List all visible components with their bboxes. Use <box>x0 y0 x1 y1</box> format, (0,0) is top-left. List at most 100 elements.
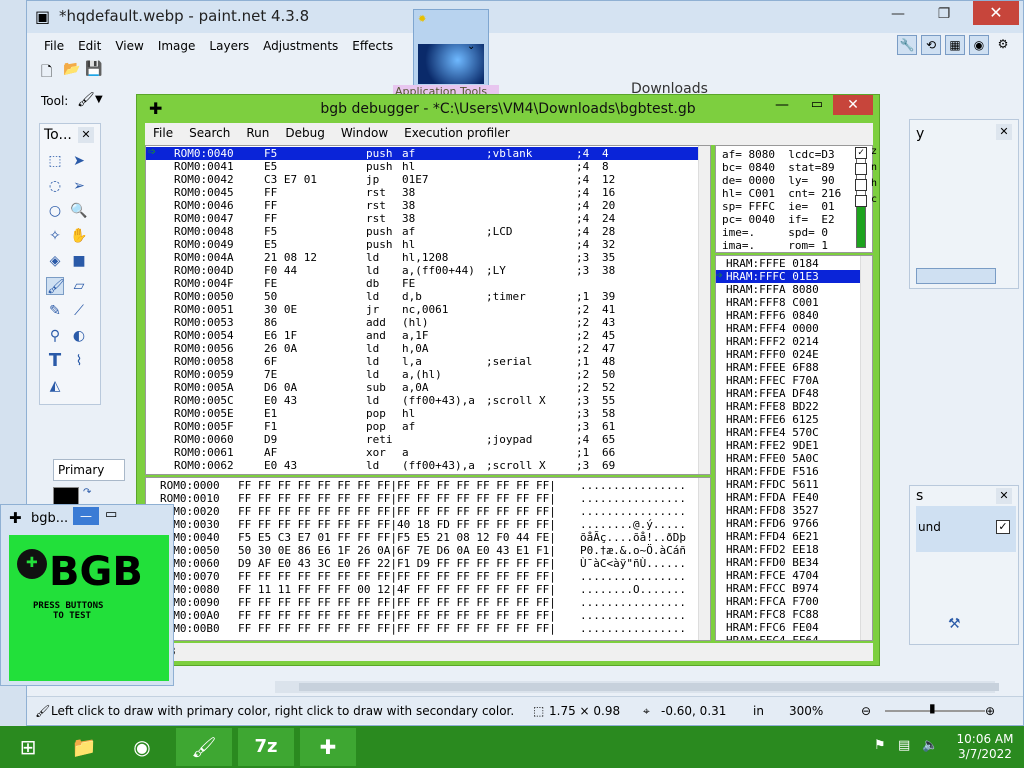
disassembly-row[interactable]: ROM0:0040 F5 push af ;vblank ;4 4 <box>146 147 706 160</box>
swap-colors-icon[interactable]: ↷ <box>83 487 91 498</box>
lasso-select-icon[interactable]: ◌ <box>46 177 64 195</box>
close-icon[interactable]: ✕ <box>996 488 1012 504</box>
registers-pane[interactable]: af= 8080 lcdc=D3 bc= 0840 stat=89 de= 00… <box>715 145 873 253</box>
zoom-slider-thumb[interactable]: ▮ <box>929 701 936 715</box>
memory-row[interactable]: ROM0:0040 F5 E5 C3 E7 01 FF FF FF|F5 E5 2… <box>146 531 696 544</box>
stack-row[interactable]: HRAM:FFEE 6F88 <box>716 361 862 374</box>
memory-row[interactable]: ROM0:0000 FF FF FF FF FF FF FF FF|FF FF F… <box>146 479 696 492</box>
history-icon[interactable]: ⟲ <box>921 35 941 55</box>
disassembly-row[interactable]: ROM0:0050 50 ld d,b ;timer ;1 39 <box>146 290 706 303</box>
memory-scrollbar[interactable] <box>698 478 710 640</box>
stack-row[interactable]: HRAM:FFFE 0184 <box>716 257 862 270</box>
stack-row[interactable]: HRAM:FFF8 C001 <box>716 296 862 309</box>
menu-file[interactable]: File <box>37 35 71 59</box>
minimize-button[interactable]: — <box>883 3 913 25</box>
clone-stamp-icon[interactable]: ⚲ <box>46 327 64 345</box>
zoom-icon[interactable]: 🔍 <box>70 202 88 220</box>
zoom-in-icon[interactable]: ⊕ <box>985 704 995 718</box>
stack-row[interactable]: HRAM:FFEC F70A <box>716 374 862 387</box>
new-icon[interactable]: 🗋 <box>41 61 52 85</box>
layer-item[interactable]: und ✓ <box>916 506 1016 552</box>
recolor-icon[interactable]: ◐ <box>70 327 88 345</box>
menu-effects[interactable]: Effects <box>345 35 400 59</box>
gear-icon[interactable]: ⚙ <box>993 35 1013 55</box>
stack-scrollbar[interactable] <box>860 256 872 640</box>
stack-row[interactable]: HRAM:FFD0 BE34 <box>716 556 862 569</box>
tools-window-icon[interactable]: 🔧 <box>897 35 917 55</box>
colors-icon[interactable]: ◉ <box>969 35 989 55</box>
disassembly-row[interactable]: ROM0:004F FE db FE <box>146 277 706 290</box>
paintnet-taskbar-icon[interactable]: 🖌 <box>176 728 232 766</box>
paint-bucket-icon[interactable]: ◈ <box>46 252 64 270</box>
memory-row[interactable]: ROM0:00A0 FF FF FF FF FF FF FF FF|FF FF F… <box>146 609 696 622</box>
layer-visible-checkbox[interactable]: ✓ <box>996 520 1010 534</box>
menu-debug[interactable]: Debug <box>277 123 332 145</box>
menu-search[interactable]: Search <box>181 123 238 145</box>
disassembly-row[interactable]: ROM0:0047 FF rst 38 ;4 24 <box>146 212 706 225</box>
selected-list-item[interactable] <box>916 268 996 284</box>
menu-window[interactable]: Window <box>333 123 396 145</box>
zoom-level[interactable]: 300% <box>789 704 823 718</box>
stack-row[interactable]: HRAM:FFCE 4704 <box>716 569 862 582</box>
stack-row[interactable]: HRAM:FFDA FE40 <box>716 491 862 504</box>
layers-icon[interactable]: ▦ <box>945 35 965 55</box>
flag-z-checkbox[interactable]: ✓ <box>855 147 867 159</box>
start-windows-icon[interactable]: ⊞ <box>0 728 56 766</box>
stack-row[interactable]: HRAM:FFCA F700 <box>716 595 862 608</box>
stack-row[interactable]: HRAM:FFFC 01E3 <box>716 270 862 283</box>
stack-row[interactable]: HRAM:FFE4 570C <box>716 426 862 439</box>
text-icon[interactable]: T <box>46 352 64 370</box>
disassembly-row[interactable]: ROM0:0058 6F ld l,a ;serial ;1 48 <box>146 355 706 368</box>
stack-row[interactable]: HRAM:FFE6 6125 <box>716 413 862 426</box>
bgb-taskbar-icon[interactable]: ✚ <box>300 728 356 766</box>
file-explorer-icon[interactable]: 📁 <box>56 728 112 766</box>
stack-row[interactable]: HRAM:FFEA DF48 <box>716 387 862 400</box>
memory-row[interactable]: ROM0:0080 FF 11 11 FF FF FF 00 12|4F FF F… <box>146 583 696 596</box>
pencil-icon[interactable]: ✎ <box>46 302 64 320</box>
maximize-button[interactable]: ❐ <box>929 3 959 25</box>
memory-row[interactable]: ROM0:0010 FF FF FF FF FF FF FF FF|FF FF F… <box>146 492 696 505</box>
help-icon[interactable]: ? <box>1017 35 1024 55</box>
disassembly-row[interactable]: ROM0:0060 D9 reti ;joypad ;4 65 <box>146 433 706 446</box>
disassembly-row[interactable]: ROM0:0042 C3 E7 01 jp 01E7 ;4 12 <box>146 173 706 186</box>
stack-row[interactable]: HRAM:FFC4 FF64 <box>716 634 862 640</box>
memory-row[interactable]: ROM0:0050 50 30 0E 86 E6 1F 26 0A|6F 7E D… <box>146 544 696 557</box>
disassembly-row[interactable]: ROM0:005A D6 0A sub a,0A ;2 52 <box>146 381 706 394</box>
stack-row[interactable]: HRAM:FFD6 9766 <box>716 517 862 530</box>
disassembly-row[interactable]: ROM0:0051 30 0E jr nc,0061 ;2 41 <box>146 303 706 316</box>
memory-row[interactable]: ROM0:0030 FF FF FF FF FF FF FF FF|40 18 F… <box>146 518 696 531</box>
menu-file[interactable]: File <box>145 123 181 145</box>
memory-row[interactable]: ROM0:0070 FF FF FF FF FF FF FF FF|FF FF F… <box>146 570 696 583</box>
disassembly-row[interactable]: ROM0:0041 E5 push hl ;4 8 <box>146 160 706 173</box>
flag-n-checkbox[interactable] <box>855 163 867 175</box>
stack-row[interactable]: HRAM:FFCC B974 <box>716 582 862 595</box>
disassembly-row[interactable]: ROM0:005C E0 43 ld (ff00+43),a ;scroll X ;3 55 <box>146 394 706 407</box>
disassembly-row[interactable]: ROM0:0049 E5 push hl ;4 32 <box>146 238 706 251</box>
paintbrush-icon[interactable]: 🖌 <box>46 277 65 295</box>
network-icon[interactable]: ▤ <box>898 738 910 753</box>
disassembly-row[interactable]: ROM0:0045 FF rst 38 ;4 16 <box>146 186 706 199</box>
gradient-icon[interactable]: ■ <box>70 252 88 270</box>
flag-c-checkbox[interactable] <box>855 195 867 207</box>
stack-row[interactable]: HRAM:FFD8 3527 <box>716 504 862 517</box>
memory-row[interactable]: ROM0:0090 FF FF FF FF FF FF FF FF|FF FF F… <box>146 596 696 609</box>
ellipse-select-icon[interactable]: ○ <box>46 202 64 220</box>
move-selected-icon[interactable]: ➢ <box>70 177 88 195</box>
close-icon[interactable]: ✕ <box>996 124 1012 140</box>
menu-view[interactable]: View <box>108 35 150 59</box>
stack-row[interactable]: HRAM:FFE2 9DE1 <box>716 439 862 452</box>
horizontal-scrollbar[interactable] <box>275 681 999 693</box>
disassembly-row[interactable]: ROM0:004A 21 08 12 ld hl,1208 ;3 35 <box>146 251 706 264</box>
taskbar-clock[interactable]: 10:06 AM 3/7/2022 <box>950 732 1020 762</box>
minimize-button[interactable]: — <box>775 97 789 113</box>
paintbrush-tool-icon[interactable]: 🖌 <box>77 92 95 108</box>
shapes-icon[interactable]: ◭ <box>46 377 64 395</box>
stack-row[interactable]: HRAM:FFDE F516 <box>716 465 862 478</box>
layer-properties-icon[interactable]: ⚒ <box>948 616 961 632</box>
scrollbar-thumb[interactable] <box>299 683 999 691</box>
maximize-button[interactable]: ▭ <box>105 507 117 522</box>
disassembly-row[interactable]: ROM0:005E E1 pop hl ;3 58 <box>146 407 706 420</box>
disassembly-pane[interactable]: ➩ ROM0:0040 F5 push af ;vblank ;4 4 ROM0:0041 E5… <box>145 145 711 475</box>
disassembly-row[interactable]: ROM0:0061 AF xor a ;1 66 <box>146 446 706 459</box>
taskbar-thumbnail[interactable]: ✹ <box>413 9 489 89</box>
